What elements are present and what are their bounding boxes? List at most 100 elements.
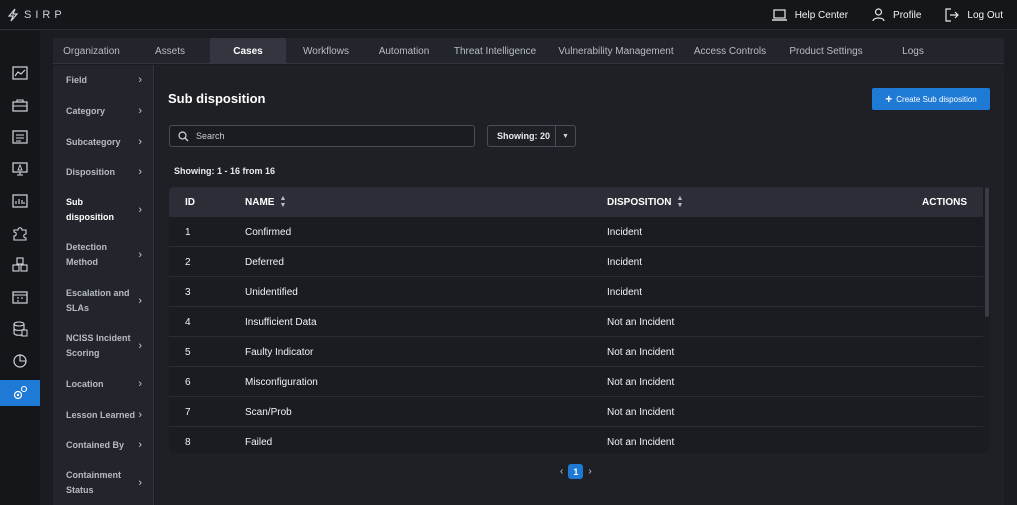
subnav-label: Containment Status bbox=[66, 470, 121, 495]
cell-name: Scan/Prob bbox=[245, 406, 292, 418]
page-size-select[interactable]: Showing: 20 ▼ bbox=[487, 125, 576, 147]
database-icon[interactable] bbox=[0, 316, 40, 342]
profile-link[interactable]: Profile bbox=[872, 8, 921, 22]
page-number-current[interactable]: 1 bbox=[568, 464, 584, 479]
caret-down-icon[interactable]: ▼ bbox=[555, 126, 575, 146]
search-input[interactable] bbox=[196, 131, 466, 141]
help-center-link[interactable]: Help Center bbox=[771, 9, 849, 21]
cell-id: 1 bbox=[185, 226, 191, 238]
tab-product-settings[interactable]: Product Settings bbox=[776, 38, 876, 64]
cell-disposition: Incident bbox=[607, 256, 643, 268]
tab-access-controls[interactable]: Access Controls bbox=[684, 38, 776, 64]
sort-icon[interactable]: ▲ ▼ bbox=[279, 195, 286, 209]
table-row[interactable]: 6 Misconfiguration Not an Incident bbox=[169, 367, 983, 397]
table-row[interactable]: 1 Confirmed Incident bbox=[169, 217, 983, 247]
subnav-item-sub-disposition[interactable]: Sub disposition › bbox=[53, 195, 154, 225]
chevron-right-icon: › bbox=[138, 135, 142, 148]
table-row[interactable]: 5 Faulty Indicator Not an Incident bbox=[169, 337, 983, 367]
tab-workflows[interactable]: Workflows bbox=[286, 38, 366, 64]
cubes-icon[interactable] bbox=[0, 252, 40, 278]
col-header-label: ACTIONS bbox=[922, 196, 967, 208]
col-header-disposition[interactable]: DISPOSITION ▲ ▼ bbox=[607, 187, 683, 217]
subnav-item-disposition[interactable]: Disposition › bbox=[53, 164, 154, 180]
cases-subnav: Field › Category › Subcategory › Dispositio… bbox=[53, 65, 154, 505]
search-icon bbox=[178, 130, 189, 141]
sirp-logo[interactable]: SIRP bbox=[6, 7, 66, 23]
briefcase-icon[interactable] bbox=[0, 92, 40, 118]
tab-logs[interactable]: Logs bbox=[876, 38, 950, 64]
pagination: ‹ 1 › bbox=[560, 464, 592, 479]
subnav-label: Sub disposition bbox=[66, 197, 114, 222]
cell-disposition: Incident bbox=[607, 286, 643, 298]
cell-disposition: Incident bbox=[607, 226, 643, 238]
subnav-label: Location bbox=[66, 378, 104, 389]
pie-chart-icon[interactable] bbox=[0, 348, 40, 374]
puzzle-icon[interactable] bbox=[0, 220, 40, 246]
top-bar: SIRP Help Center Profile Log Out bbox=[0, 0, 1017, 30]
page-title: Sub disposition bbox=[168, 91, 266, 106]
cell-name: Deferred bbox=[245, 256, 284, 268]
tab-automation[interactable]: Automation bbox=[366, 38, 442, 64]
list-icon[interactable] bbox=[0, 124, 40, 150]
table-row[interactable]: 4 Insufficient Data Not an Incident bbox=[169, 307, 983, 337]
chevron-right-icon: › bbox=[138, 339, 142, 352]
settings-gears-icon[interactable] bbox=[0, 380, 40, 406]
profile-label: Profile bbox=[893, 9, 922, 21]
subnav-item-field[interactable]: Field › bbox=[53, 72, 154, 88]
col-header-id: ID bbox=[185, 187, 195, 217]
logo-text: SIRP bbox=[24, 9, 66, 21]
chevron-right-icon: › bbox=[138, 408, 142, 421]
chevron-right-icon[interactable]: › bbox=[588, 466, 591, 477]
create-button-label: Create Sub disposition bbox=[896, 94, 977, 104]
create-sub-disposition-button[interactable]: + Create Sub disposition bbox=[872, 88, 990, 110]
tab-organization[interactable]: Organization bbox=[53, 38, 130, 64]
table-row[interactable]: 7 Scan/Prob Not an Incident bbox=[169, 397, 983, 427]
cell-name: Unidentified bbox=[245, 286, 298, 298]
plus-icon: + bbox=[885, 92, 893, 106]
cell-id: 6 bbox=[185, 376, 191, 388]
subnav-label: Disposition bbox=[66, 166, 115, 177]
cell-disposition: Not an Incident bbox=[607, 316, 675, 328]
dashboard-icon[interactable] bbox=[0, 60, 40, 86]
subnav-item-nciss-incident-scoring[interactable]: NCISS Incident Scoring › bbox=[53, 331, 154, 361]
tab-assets[interactable]: Assets bbox=[130, 38, 210, 64]
subnav-item-detection-method[interactable]: Detection Method › bbox=[53, 240, 154, 270]
subnav-label: Detection Method bbox=[66, 242, 108, 267]
col-header-label: ID bbox=[185, 196, 195, 208]
col-header-label: DISPOSITION bbox=[607, 196, 672, 208]
tab-threat-intelligence[interactable]: Threat Intelligence bbox=[442, 38, 548, 64]
subnav-item-location[interactable]: Location › bbox=[53, 376, 154, 392]
subnav-label: NCISS Incident Scoring bbox=[66, 333, 131, 358]
tab-cases[interactable]: Cases bbox=[210, 38, 286, 64]
tab-vulnerability-management[interactable]: Vulnerability Management bbox=[548, 38, 684, 64]
col-header-name[interactable]: NAME ▲ ▼ bbox=[245, 187, 286, 217]
chart-icon[interactable] bbox=[0, 188, 40, 214]
calendar-icon[interactable] bbox=[0, 284, 40, 310]
subnav-item-subcategory[interactable]: Subcategory › bbox=[53, 134, 154, 150]
subnav-label: Subcategory bbox=[66, 136, 121, 147]
results-count: Showing: 1 - 16 from 16 bbox=[174, 166, 276, 176]
chevron-right-icon: › bbox=[138, 73, 142, 86]
cell-id: 7 bbox=[185, 406, 191, 418]
sub-disposition-table: ID NAME ▲ ▼ DISPOSITION ▲ ▼ ACTIONS 1 Confir… bbox=[169, 187, 990, 453]
monitor-alert-icon[interactable] bbox=[0, 156, 40, 182]
subnav-item-containment-status[interactable]: Containment Status › bbox=[53, 468, 154, 498]
subnav-item-lesson-learned[interactable]: Lesson Learned › bbox=[53, 407, 154, 423]
subnav-item-contained-by[interactable]: Contained By › bbox=[53, 437, 154, 453]
sort-icon[interactable]: ▲ ▼ bbox=[676, 195, 683, 209]
col-header-label: NAME bbox=[245, 196, 275, 208]
cell-id: 5 bbox=[185, 346, 191, 358]
subnav-item-category[interactable]: Category › bbox=[53, 103, 154, 119]
table-row[interactable]: 3 Unidentified Incident bbox=[169, 277, 983, 307]
help-center-label: Help Center bbox=[794, 9, 849, 21]
search-box bbox=[169, 125, 475, 147]
subnav-item-escalation-and-slas[interactable]: Escalation and SLAs › bbox=[53, 286, 154, 316]
cell-disposition: Not an Incident bbox=[607, 376, 675, 388]
cell-id: 2 bbox=[185, 256, 191, 268]
table-row[interactable]: 2 Deferred Incident bbox=[169, 247, 983, 277]
logout-icon bbox=[945, 8, 960, 22]
log-out-button[interactable]: Log Out bbox=[945, 8, 1003, 22]
table-row[interactable]: 8 Failed Not an Incident bbox=[169, 427, 983, 453]
chevron-left-icon[interactable]: ‹ bbox=[560, 466, 563, 477]
table-scrollbar-thumb[interactable] bbox=[985, 187, 989, 317]
